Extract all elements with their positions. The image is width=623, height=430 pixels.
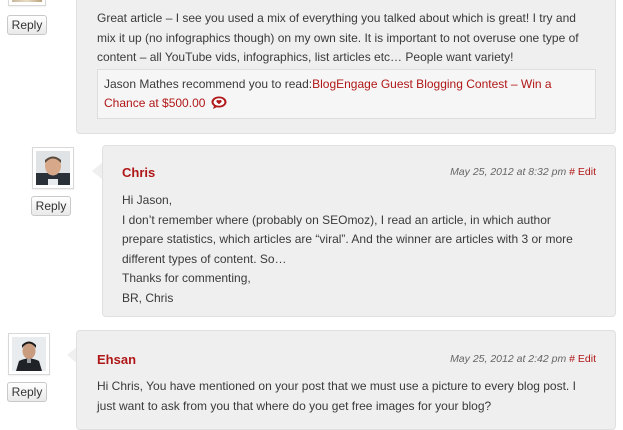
avatar-photo-ehsan [12, 337, 46, 371]
comment-meta-chris: May 25, 2012 at 8:32 pm # Edit [450, 166, 596, 178]
comment-bubble-jason: Great article – I see you used a mix of … [76, 0, 616, 134]
comment-body-chris: Hi Jason, I don’t remember where (probab… [122, 191, 602, 308]
comment-author-chris[interactable]: Chris [122, 165, 155, 180]
comment-body-jason: Great article – I see you used a mix of … [97, 9, 607, 68]
comment-line: different types of content. So… [122, 251, 287, 266]
comment-meta-ehsan: May 25, 2012 at 2:42 pm # Edit [450, 353, 596, 365]
comment-edit-link-chris[interactable]: Edit [578, 166, 596, 178]
avatar-jason [8, 0, 46, 6]
comment-line: Hi Jason, [122, 193, 173, 207]
comment-line: Thanks for commenting, [122, 271, 251, 285]
avatar-chris [32, 147, 74, 189]
reply-button-jason[interactable]: Reply [7, 15, 47, 35]
commentluv-link-line2: Chance at $500.00 [104, 96, 206, 110]
comment-line: Hi Chris, You have mentioned on your pos… [97, 379, 576, 393]
reply-button-chris[interactable]: Reply [31, 196, 71, 216]
commentluv-prefix: Jason Mathes recommend you to read: [104, 77, 313, 91]
comment-date-chris[interactable]: May 25, 2012 at 8:32 pm [450, 166, 566, 178]
commentluv-heart-icon[interactable] [211, 96, 227, 109]
comment-permalink-ehsan[interactable]: # [569, 353, 575, 365]
comment-edit-link-ehsan[interactable]: Edit [578, 353, 596, 365]
comment-line: Great article – I see you used a mix of … [97, 11, 576, 25]
comment-line: just want to ask from you that where do … [97, 398, 492, 413]
comment-author-ehsan[interactable]: Ehsan [97, 352, 136, 367]
comment-line: prepare statistics, which articles are “… [122, 232, 573, 246]
comment-line: I don’t remember where (probably on SEOm… [122, 212, 551, 227]
avatar-ehsan [8, 333, 50, 375]
comment-line: mix it up (no infographics though) on my… [97, 30, 579, 45]
comment-date-ehsan[interactable]: May 25, 2012 at 2:42 pm [450, 353, 566, 365]
commentluv-box: Jason Mathes recommend you to read:BlogE… [97, 69, 596, 119]
reply-button-ehsan[interactable]: Reply [7, 382, 47, 402]
comment-line: content – all YouTube vids, infographics… [97, 50, 514, 64]
comment-bubble-ehsan: Ehsan May 25, 2012 at 2:42 pm # Edit Hi … [76, 330, 616, 430]
commentluv-link-line1: BlogEngage Guest Blogging Contest – Win … [312, 77, 552, 91]
comment-bubble-chris: Chris May 25, 2012 at 8:32 pm # Edit Hi … [102, 145, 616, 317]
comment-body-ehsan: Hi Chris, You have mentioned on your pos… [97, 377, 602, 416]
comment-line: BR, Chris [122, 290, 174, 305]
avatar-photo-chris [36, 151, 70, 185]
comment-permalink-chris[interactable]: # [569, 166, 575, 178]
